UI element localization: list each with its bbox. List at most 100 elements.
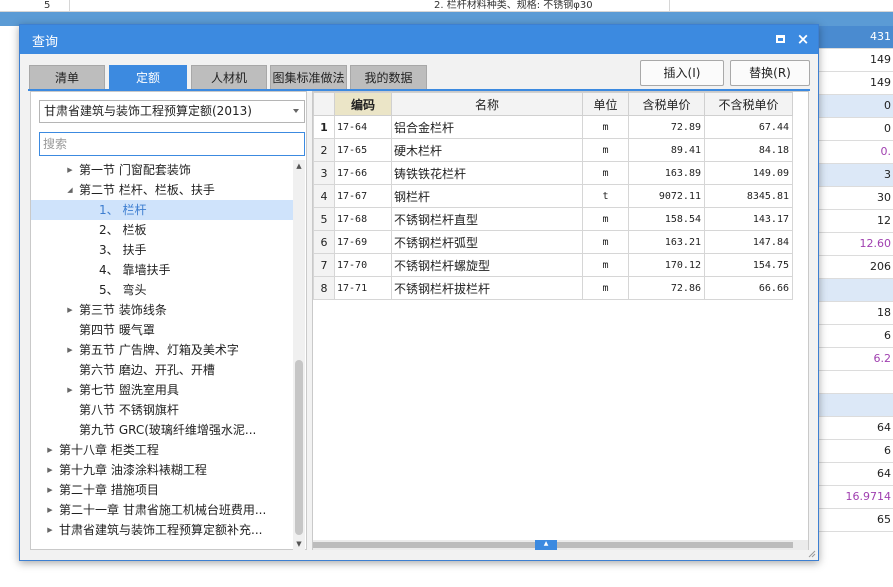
replace-button[interactable]: 替换(R) [730, 60, 810, 86]
insert-button[interactable]: 插入(I) [640, 60, 724, 86]
expand-arrow-icon[interactable]: ▶ [45, 480, 55, 500]
grid-row[interactable]: 3 17-66 铸铁铁花栏杆 m 163.89 149.09 [313, 161, 793, 185]
tree-section[interactable]: 第六节 磨边、开孔、开槽 [31, 360, 293, 380]
row-number[interactable]: 1 [313, 115, 335, 139]
grid-row[interactable]: 2 17-65 硬木栏杆 m 89.41 84.18 [313, 138, 793, 162]
scroll-down-icon[interactable]: ▼ [293, 538, 305, 550]
code-cell[interactable]: 17-66 [334, 161, 392, 185]
price-cell[interactable]: 143.17 [704, 207, 793, 231]
price-tax-cell[interactable]: 72.89 [628, 115, 705, 139]
code-cell[interactable]: 17-68 [334, 207, 392, 231]
unit-cell[interactable]: m [582, 138, 629, 162]
tree-section[interactable]: ▶ 第三节 装饰线条 [31, 300, 293, 320]
grid-row[interactable]: 5 17-68 不锈钢栏杆直型 m 158.54 143.17 [313, 207, 793, 231]
name-cell[interactable]: 硬木栏杆 [391, 138, 583, 162]
row-number[interactable]: 3 [313, 161, 335, 185]
price-cell[interactable]: 66.66 [704, 276, 793, 300]
maximize-button[interactable] [771, 30, 789, 48]
name-cell[interactable]: 钢栏杆 [391, 184, 583, 208]
tree-section[interactable]: ▶ 第五节 广告牌、灯箱及美术字 [31, 340, 293, 360]
row-number[interactable]: 7 [313, 253, 335, 277]
code-cell[interactable]: 17-67 [334, 184, 392, 208]
tab-atlas-standard[interactable]: 图集标准做法 [270, 65, 347, 89]
name-cell[interactable]: 不锈钢栏杆拔栏杆 [391, 276, 583, 300]
name-cell[interactable]: 铝合金栏杆 [391, 115, 583, 139]
grid-row[interactable]: 8 17-71 不锈钢栏杆拔栏杆 m 72.86 66.66 [313, 276, 793, 300]
tree-scrollbar[interactable]: ▲ ▼ [293, 160, 305, 550]
code-cell[interactable]: 17-65 [334, 138, 392, 162]
scrollbar-thumb[interactable] [295, 360, 303, 535]
unit-header[interactable]: 单位 [582, 92, 629, 116]
price-tax-cell[interactable]: 163.89 [628, 161, 705, 185]
expand-arrow-icon[interactable]: ▶ [45, 500, 55, 520]
row-number[interactable]: 4 [313, 184, 335, 208]
search-input[interactable] [39, 132, 305, 156]
scroll-up-icon[interactable]: ▲ [293, 160, 305, 172]
expand-arrow-icon[interactable]: ▶ [45, 440, 55, 460]
price-cell[interactable]: 8345.81 [704, 184, 793, 208]
unit-cell[interactable]: m [582, 161, 629, 185]
expand-arrow-icon[interactable]: ▶ [45, 460, 55, 480]
dialog-titlebar[interactable]: 查询 × [20, 25, 818, 54]
tree-section[interactable]: 第四节 暖气罩 [31, 320, 293, 340]
name-cell[interactable]: 不锈钢栏杆直型 [391, 207, 583, 231]
price-tax-cell[interactable]: 72.86 [628, 276, 705, 300]
tree-section[interactable]: 第九节 GRC(玻璃纤维增强水泥... [31, 420, 293, 440]
unit-cell[interactable]: m [582, 207, 629, 231]
price-cell[interactable]: 67.44 [704, 115, 793, 139]
expand-arrow-icon[interactable]: ▶ [45, 520, 55, 540]
close-button[interactable]: × [794, 30, 812, 48]
tree-chapter[interactable]: ▶ 第二十章 措施项目 [31, 480, 293, 500]
name-cell[interactable]: 铸铁铁花栏杆 [391, 161, 583, 185]
price-tax-cell[interactable]: 89.41 [628, 138, 705, 162]
price-tax-cell[interactable]: 163.21 [628, 230, 705, 254]
resize-grip-icon[interactable] [808, 550, 816, 558]
unit-cell[interactable]: m [582, 253, 629, 277]
tree-section[interactable]: ◢ 第二节 栏杆、栏板、扶手 [31, 180, 293, 200]
tree-item[interactable]: 2、 栏板 [31, 220, 293, 240]
code-cell[interactable]: 17-69 [334, 230, 392, 254]
price-tax-header[interactable]: 含税单价 [628, 92, 705, 116]
quota-library-select[interactable]: 甘肃省建筑与装饰工程预算定额(2013) [39, 100, 305, 123]
name-cell[interactable]: 不锈钢栏杆弧型 [391, 230, 583, 254]
tree-section[interactable]: ▶ 第一节 门窗配套装饰 [31, 160, 293, 180]
name-header[interactable]: 名称 [391, 92, 583, 116]
tree-chapter[interactable]: ▶ 第十八章 柜类工程 [31, 440, 293, 460]
price-tax-cell[interactable]: 158.54 [628, 207, 705, 231]
row-number[interactable]: 2 [313, 138, 335, 162]
row-number[interactable]: 5 [313, 207, 335, 231]
grid-row[interactable]: 6 17-69 不锈钢栏杆弧型 m 163.21 147.84 [313, 230, 793, 254]
tree-chapter[interactable]: ▶ 甘肃省建筑与装饰工程预算定额补充... [31, 520, 293, 540]
expand-arrow-icon[interactable]: ▶ [65, 300, 75, 320]
grid-row[interactable]: 4 17-67 钢栏杆 t 9072.11 8345.81 [313, 184, 793, 208]
tree-item[interactable]: 5、 弯头 [31, 280, 293, 300]
unit-cell[interactable]: t [582, 184, 629, 208]
tree-item[interactable]: 4、 靠墙扶手 [31, 260, 293, 280]
code-header[interactable]: 编码 [334, 92, 392, 116]
price-tax-cell[interactable]: 9072.11 [628, 184, 705, 208]
grid-hscrollbar[interactable]: ▲ [313, 540, 808, 550]
code-cell[interactable]: 17-70 [334, 253, 392, 277]
tab-my-data[interactable]: 我的数据 [350, 65, 427, 89]
expand-arrow-icon[interactable]: ▶ [65, 160, 75, 180]
collapse-arrow-icon[interactable]: ◢ [65, 180, 75, 200]
tree-item[interactable]: 3、 扶手 [31, 240, 293, 260]
price-cell[interactable]: 84.18 [704, 138, 793, 162]
unit-cell[interactable]: m [582, 230, 629, 254]
expand-arrow-icon[interactable]: ▶ [65, 380, 75, 400]
code-cell[interactable]: 17-64 [334, 115, 392, 139]
row-number[interactable]: 6 [313, 230, 335, 254]
row-number[interactable]: 8 [313, 276, 335, 300]
price-cell[interactable]: 149.09 [704, 161, 793, 185]
price-cell[interactable]: 154.75 [704, 253, 793, 277]
unit-cell[interactable]: m [582, 115, 629, 139]
tree-section[interactable]: ▶ 第七节 盥洗室用具 [31, 380, 293, 400]
unit-cell[interactable]: m [582, 276, 629, 300]
grid-row[interactable]: 7 17-70 不锈钢栏杆螺旋型 m 170.12 154.75 [313, 253, 793, 277]
collapse-grip-icon[interactable]: ▲ [535, 540, 557, 550]
tree-chapter[interactable]: ▶ 第十九章 油漆涂料裱糊工程 [31, 460, 293, 480]
expand-arrow-icon[interactable]: ▶ [65, 340, 75, 360]
price-cell[interactable]: 147.84 [704, 230, 793, 254]
tree-chapter[interactable]: ▶ 第二十一章 甘肃省施工机械台班费用... [31, 500, 293, 520]
price-tax-cell[interactable]: 170.12 [628, 253, 705, 277]
